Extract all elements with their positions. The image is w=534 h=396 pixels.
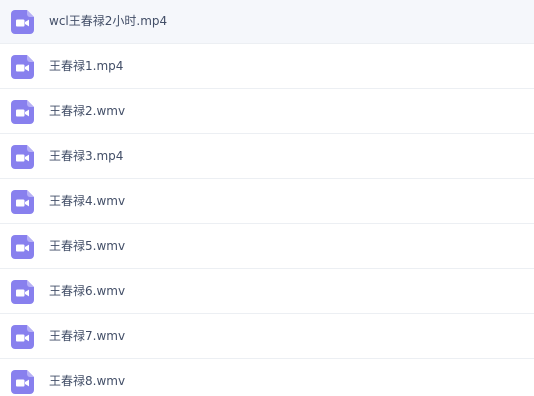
file-list: wcl王春禄2小时.mp4 王春禄1.mp4 王春禄2.wmv 王春禄3.mp4 王春禄… xyxy=(0,0,534,396)
video-file-icon xyxy=(11,100,34,124)
video-file-icon xyxy=(11,235,34,259)
video-file-icon xyxy=(11,370,34,394)
file-name[interactable]: 王春禄3.mp4 xyxy=(49,134,123,179)
file-row[interactable]: 王春禄1.mp4 xyxy=(0,44,534,89)
file-name[interactable]: 王春禄4.wmv xyxy=(49,179,125,224)
file-row[interactable]: wcl王春禄2小时.mp4 xyxy=(0,0,534,44)
file-row[interactable]: 王春禄2.wmv xyxy=(0,89,534,134)
file-name[interactable]: wcl王春禄2小时.mp4 xyxy=(49,0,167,44)
file-row[interactable]: 王春禄7.wmv xyxy=(0,314,534,359)
video-file-icon xyxy=(11,145,34,169)
file-row[interactable]: 王春禄4.wmv xyxy=(0,179,534,224)
file-name[interactable]: 王春禄7.wmv xyxy=(49,314,125,359)
file-name[interactable]: 王春禄6.wmv xyxy=(49,269,125,314)
video-file-icon xyxy=(11,325,34,349)
file-name[interactable]: 王春禄5.wmv xyxy=(49,224,125,269)
video-file-icon xyxy=(11,190,34,214)
file-name[interactable]: 王春禄2.wmv xyxy=(49,89,125,134)
file-row[interactable]: 王春禄5.wmv xyxy=(0,224,534,269)
file-row[interactable]: 王春禄6.wmv xyxy=(0,269,534,314)
file-row[interactable]: 王春禄3.mp4 xyxy=(0,134,534,179)
video-file-icon xyxy=(11,55,34,79)
video-file-icon xyxy=(11,280,34,304)
file-row[interactable]: 王春禄8.wmv xyxy=(0,359,534,396)
file-name[interactable]: 王春禄1.mp4 xyxy=(49,44,123,89)
video-file-icon xyxy=(11,10,34,34)
file-name[interactable]: 王春禄8.wmv xyxy=(49,359,125,396)
